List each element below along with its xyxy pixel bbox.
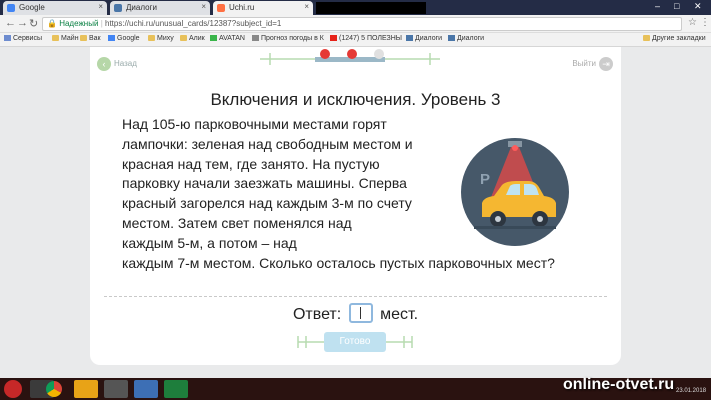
back-arrow-icon[interactable]: ←: [5, 17, 16, 29]
back-button[interactable]: ‹ Назад: [97, 57, 137, 71]
bookmark-avatan[interactable]: AVATAN: [210, 35, 245, 42]
tab-google[interactable]: Google ×: [3, 1, 107, 15]
menu-icon[interactable]: ⋮: [700, 17, 710, 28]
answer-input[interactable]: [348, 303, 373, 323]
folder-icon: [80, 35, 87, 41]
tab-label: Google: [19, 3, 45, 12]
folder-icon: [643, 35, 650, 41]
bookmark-other[interactable]: Другие закладки: [643, 35, 706, 42]
secure-label: Надежный: [59, 19, 99, 28]
car-hubcap: [495, 216, 501, 222]
lamp-red-icon: [347, 49, 357, 59]
parking-sign: P: [480, 171, 490, 188]
url-text: https://uchi.ru/unusual_cards/12387?subj…: [105, 19, 282, 28]
lamp-off-icon: [374, 49, 384, 59]
problem-line: Над 105-ю парковочными местами горят: [122, 116, 387, 132]
bookmark-youtube[interactable]: (1247) 5 ПОЛЕЗНЫ: [330, 35, 402, 42]
clock-date: 23.01.2018: [676, 388, 707, 394]
google-icon: [7, 4, 15, 12]
divider: [104, 296, 607, 297]
vk-icon: [114, 4, 122, 12]
folder-icon: [148, 35, 155, 41]
parking-illustration: P: [461, 138, 569, 246]
tab-uchi[interactable]: Uchi.ru ×: [213, 1, 313, 15]
ready-button[interactable]: Готово: [324, 332, 386, 352]
bookmark-vak[interactable]: Вак: [80, 35, 101, 42]
reload-icon[interactable]: ↻: [29, 17, 38, 30]
close-icon[interactable]: ×: [98, 2, 103, 11]
lock-icon: 🔒: [47, 19, 57, 28]
forward-arrow-icon[interactable]: →: [17, 17, 28, 29]
bookmark-dialogs-2[interactable]: Диалоги: [448, 35, 484, 42]
tab-dialogs[interactable]: Диалоги ×: [110, 1, 210, 15]
ready-area: Готово: [290, 331, 420, 353]
minimize-icon[interactable]: –: [655, 1, 660, 11]
page-content: ‹ Назад Выйти ⇥ Включения и исключения. Ур…: [0, 47, 711, 378]
bookmark-dialogs-1[interactable]: Диалоги: [406, 35, 442, 42]
answer-label: Ответ:: [292, 306, 342, 323]
watermark: online-otvet.ru: [563, 376, 675, 393]
redacted-bar: [316, 2, 426, 14]
vk-icon: [448, 35, 455, 41]
bookmark-google[interactable]: Google: [108, 35, 140, 42]
car-hubcap: [537, 216, 543, 222]
bookmark-main[interactable]: Майн: [52, 35, 79, 42]
back-label: Назад: [114, 59, 137, 69]
star-icon[interactable]: ☆: [688, 17, 697, 28]
close-window-icon[interactable]: ✕: [694, 1, 702, 12]
bookmark-mikhu[interactable]: Миху: [148, 35, 174, 42]
weather-icon: [252, 35, 259, 41]
close-icon[interactable]: ×: [304, 2, 309, 11]
folder-icon: [180, 35, 187, 41]
lamps-decoration: [260, 49, 440, 65]
window-icon[interactable]: [134, 380, 158, 398]
exit-label: Выйти: [572, 59, 596, 69]
url-input[interactable]: 🔒 Надежный | https://uchi.ru/unusual_car…: [42, 17, 682, 31]
close-icon[interactable]: ×: [201, 2, 206, 11]
bookmark-services[interactable]: Сервисы: [4, 35, 42, 42]
folder-icon: [52, 35, 59, 41]
address-bar: ← → ↻ 🔒 Надежный | https://uchi.ru/unusu…: [0, 15, 711, 33]
app-icon[interactable]: [74, 380, 98, 398]
bookmark-alik[interactable]: Алик: [180, 35, 205, 42]
arrow-left-icon: ‹: [97, 57, 111, 71]
uchi-icon: [217, 4, 225, 12]
vk-icon: [406, 35, 413, 41]
answer-unit: мест.: [380, 306, 419, 323]
google-icon: [108, 35, 115, 41]
maximize-icon[interactable]: □: [674, 1, 679, 11]
chrome-icon[interactable]: [46, 381, 62, 397]
avatan-icon: [210, 35, 217, 41]
start-icon[interactable]: [4, 380, 22, 398]
calculator-icon[interactable]: [104, 380, 128, 398]
page-title: Включения и исключения. Уровень 3: [210, 90, 501, 109]
excel-icon[interactable]: [164, 380, 188, 398]
exit-button[interactable]: Выйти ⇥: [572, 57, 613, 71]
tab-label: Uchi.ru: [229, 3, 255, 12]
lamp-red-icon: [320, 49, 330, 59]
problem-line: каждым 7-м местом. Сколько осталось пуст…: [122, 254, 555, 271]
exit-icon: ⇥: [599, 57, 613, 71]
answer-row: Ответ: мест.: [90, 303, 621, 324]
bookmarks-bar: Сервисы Майн Вак Google Миху Алик AVATAN…: [0, 33, 711, 47]
task-card: ‹ Назад Выйти ⇥ Включения и исключения. Ур…: [90, 47, 621, 365]
lamp-red-icon: [512, 145, 518, 151]
car-shadow: [474, 226, 556, 229]
bookmark-weather[interactable]: Прогноз погоды в К: [252, 35, 324, 42]
tab-label: Диалоги: [126, 3, 157, 12]
apps-icon: [4, 35, 11, 41]
browser-tab-strip: Google × Диалоги × Uchi.ru × – □ ✕: [0, 0, 711, 15]
youtube-icon: [330, 35, 337, 41]
